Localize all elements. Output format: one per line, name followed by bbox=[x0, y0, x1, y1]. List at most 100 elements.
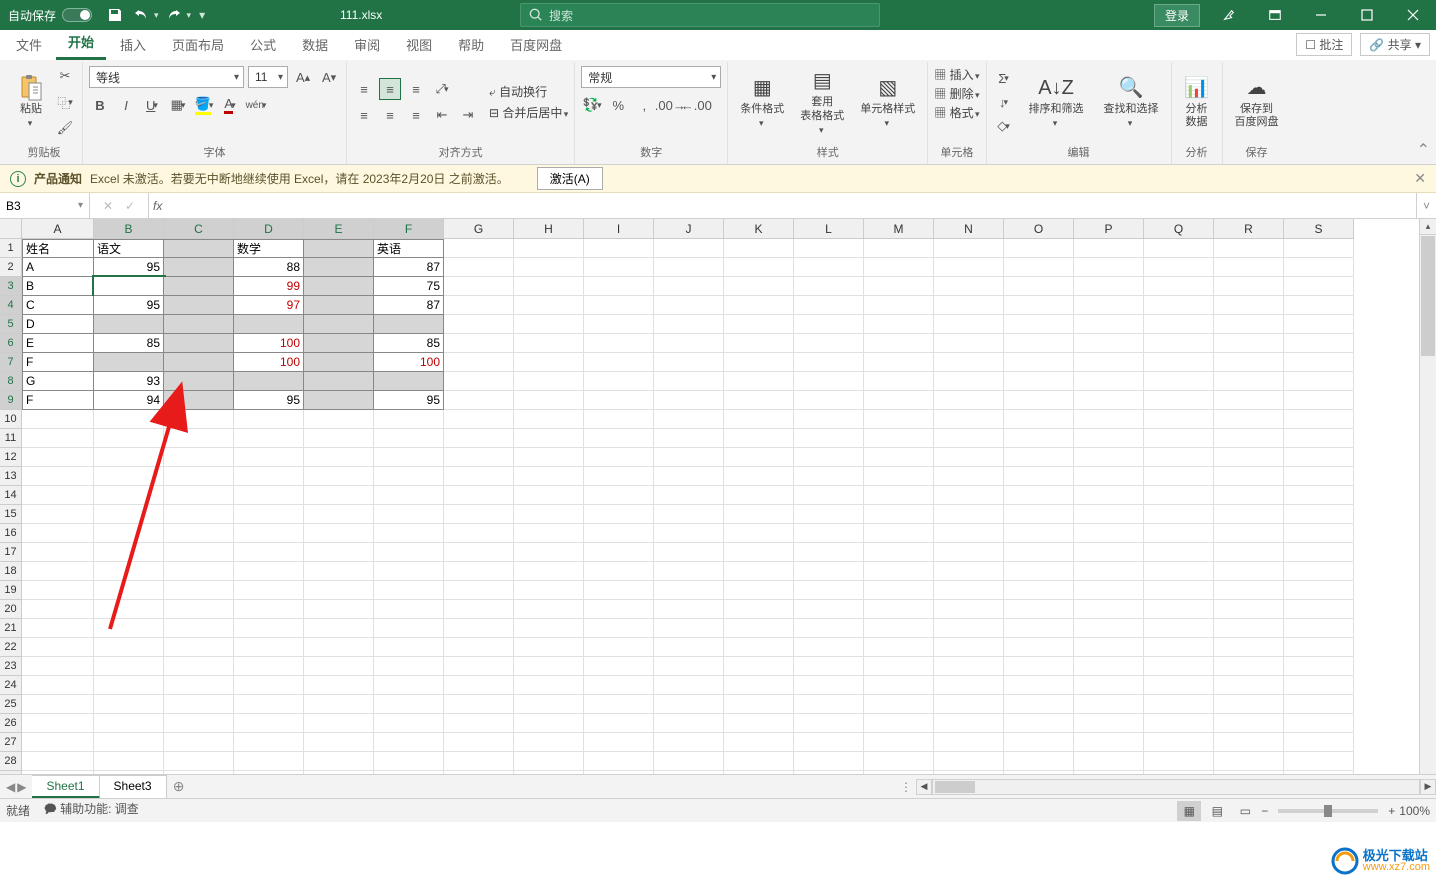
row-header-12[interactable]: 12 bbox=[0, 448, 22, 467]
cell-G21[interactable] bbox=[444, 619, 514, 638]
cell-H20[interactable] bbox=[514, 600, 584, 619]
zoom-out-icon[interactable]: − bbox=[1261, 804, 1268, 818]
cell-F8[interactable] bbox=[374, 372, 444, 391]
cell-K22[interactable] bbox=[724, 638, 794, 657]
cell-P20[interactable] bbox=[1074, 600, 1144, 619]
cell-R16[interactable] bbox=[1214, 524, 1284, 543]
row-header-19[interactable]: 19 bbox=[0, 581, 22, 600]
cell-E8[interactable] bbox=[304, 372, 374, 391]
cell-K17[interactable] bbox=[724, 543, 794, 562]
cell-L17[interactable] bbox=[794, 543, 864, 562]
cell-E3[interactable] bbox=[304, 277, 374, 296]
cell-R24[interactable] bbox=[1214, 676, 1284, 695]
tab-page-layout[interactable]: 页面布局 bbox=[160, 31, 236, 60]
cell-I24[interactable] bbox=[584, 676, 654, 695]
cell-F23[interactable] bbox=[374, 657, 444, 676]
cell-L3[interactable] bbox=[794, 277, 864, 296]
cell-N2[interactable] bbox=[934, 258, 1004, 277]
close-icon[interactable] bbox=[1390, 0, 1436, 30]
cell-G4[interactable] bbox=[444, 296, 514, 315]
cell-M9[interactable] bbox=[864, 391, 934, 410]
cell-O23[interactable] bbox=[1004, 657, 1074, 676]
cell-A7[interactable]: F bbox=[22, 353, 94, 372]
cell-G28[interactable] bbox=[444, 752, 514, 771]
cell-G25[interactable] bbox=[444, 695, 514, 714]
cell-F25[interactable] bbox=[374, 695, 444, 714]
cell-J9[interactable] bbox=[654, 391, 724, 410]
cell-H27[interactable] bbox=[514, 733, 584, 752]
cell-Q5[interactable] bbox=[1144, 315, 1214, 334]
cell-S17[interactable] bbox=[1284, 543, 1354, 562]
cell-N3[interactable] bbox=[934, 277, 1004, 296]
cell-A10[interactable] bbox=[22, 410, 94, 429]
tab-insert[interactable]: 插入 bbox=[108, 31, 158, 60]
cell-R26[interactable] bbox=[1214, 714, 1284, 733]
row-header-6[interactable]: 6 bbox=[0, 334, 22, 353]
cell-L19[interactable] bbox=[794, 581, 864, 600]
cell-A15[interactable] bbox=[22, 505, 94, 524]
cell-R21[interactable] bbox=[1214, 619, 1284, 638]
cell-Q10[interactable] bbox=[1144, 410, 1214, 429]
align-top-icon[interactable]: ≡ bbox=[353, 78, 375, 100]
cell-S20[interactable] bbox=[1284, 600, 1354, 619]
cell-P1[interactable] bbox=[1074, 239, 1144, 258]
cell-K4[interactable] bbox=[724, 296, 794, 315]
cell-G24[interactable] bbox=[444, 676, 514, 695]
cell-I2[interactable] bbox=[584, 258, 654, 277]
cell-M14[interactable] bbox=[864, 486, 934, 505]
increase-decimal-icon[interactable]: .00→ bbox=[659, 94, 681, 116]
cell-O12[interactable] bbox=[1004, 448, 1074, 467]
cell-G26[interactable] bbox=[444, 714, 514, 733]
cell-R5[interactable] bbox=[1214, 315, 1284, 334]
cell-K10[interactable] bbox=[724, 410, 794, 429]
cell-J28[interactable] bbox=[654, 752, 724, 771]
cell-P9[interactable] bbox=[1074, 391, 1144, 410]
cell-Q19[interactable] bbox=[1144, 581, 1214, 600]
cell-P6[interactable] bbox=[1074, 334, 1144, 353]
cell-C3[interactable] bbox=[164, 277, 234, 296]
cell-K20[interactable] bbox=[724, 600, 794, 619]
cell-C4[interactable] bbox=[164, 296, 234, 315]
cell-A29[interactable] bbox=[22, 771, 94, 774]
cell-K21[interactable] bbox=[724, 619, 794, 638]
cell-E6[interactable] bbox=[304, 334, 374, 353]
cell-N29[interactable] bbox=[934, 771, 1004, 774]
cell-N28[interactable] bbox=[934, 752, 1004, 771]
cell-E5[interactable] bbox=[304, 315, 374, 334]
cell-R18[interactable] bbox=[1214, 562, 1284, 581]
cell-L14[interactable] bbox=[794, 486, 864, 505]
cell-N18[interactable] bbox=[934, 562, 1004, 581]
row-header-11[interactable]: 11 bbox=[0, 429, 22, 448]
cell-J2[interactable] bbox=[654, 258, 724, 277]
increase-font-icon[interactable]: A▴ bbox=[292, 66, 314, 88]
zoom-level[interactable]: 100% bbox=[1399, 804, 1430, 818]
cell-O18[interactable] bbox=[1004, 562, 1074, 581]
cell-N25[interactable] bbox=[934, 695, 1004, 714]
cell-O29[interactable] bbox=[1004, 771, 1074, 774]
cell-M2[interactable] bbox=[864, 258, 934, 277]
cell-S11[interactable] bbox=[1284, 429, 1354, 448]
cell-S3[interactable] bbox=[1284, 277, 1354, 296]
enter-formula-icon[interactable]: ✓ bbox=[120, 199, 140, 213]
cell-O8[interactable] bbox=[1004, 372, 1074, 391]
cell-Q6[interactable] bbox=[1144, 334, 1214, 353]
cell-N26[interactable] bbox=[934, 714, 1004, 733]
cell-P27[interactable] bbox=[1074, 733, 1144, 752]
cell-J26[interactable] bbox=[654, 714, 724, 733]
cell-Q22[interactable] bbox=[1144, 638, 1214, 657]
cell-J12[interactable] bbox=[654, 448, 724, 467]
cell-L24[interactable] bbox=[794, 676, 864, 695]
cell-S2[interactable] bbox=[1284, 258, 1354, 277]
cell-F7[interactable]: 100 bbox=[374, 353, 444, 372]
cell-F19[interactable] bbox=[374, 581, 444, 600]
cell-I23[interactable] bbox=[584, 657, 654, 676]
cell-I21[interactable] bbox=[584, 619, 654, 638]
cell-E12[interactable] bbox=[304, 448, 374, 467]
cell-G18[interactable] bbox=[444, 562, 514, 581]
cell-M6[interactable] bbox=[864, 334, 934, 353]
cell-S1[interactable] bbox=[1284, 239, 1354, 258]
cell-K6[interactable] bbox=[724, 334, 794, 353]
cell-G10[interactable] bbox=[444, 410, 514, 429]
align-left-icon[interactable]: ≡ bbox=[353, 104, 375, 126]
cell-N11[interactable] bbox=[934, 429, 1004, 448]
